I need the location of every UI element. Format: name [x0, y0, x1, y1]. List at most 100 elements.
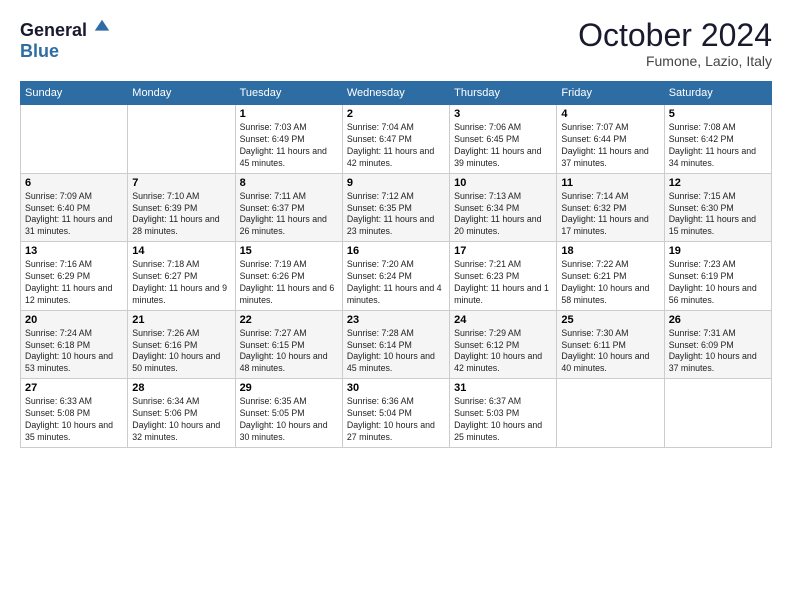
day-info: Sunrise: 7:24 AM Sunset: 6:18 PM Dayligh…: [25, 328, 123, 376]
day-info: Sunrise: 7:30 AM Sunset: 6:11 PM Dayligh…: [561, 328, 659, 376]
calendar-cell: [21, 105, 128, 174]
day-info: Sunrise: 6:35 AM Sunset: 5:05 PM Dayligh…: [240, 396, 338, 444]
day-info: Sunrise: 6:37 AM Sunset: 5:03 PM Dayligh…: [454, 396, 552, 444]
calendar-cell: 24 Sunrise: 7:29 AM Sunset: 6:12 PM Dayli…: [450, 310, 557, 379]
day-info: Sunrise: 7:03 AM Sunset: 6:49 PM Dayligh…: [240, 122, 338, 170]
day-number: 2: [347, 108, 445, 120]
calendar-cell: 10 Sunrise: 7:13 AM Sunset: 6:34 PM Dayli…: [450, 173, 557, 242]
day-number: 30: [347, 382, 445, 394]
day-info: Sunrise: 7:06 AM Sunset: 6:45 PM Dayligh…: [454, 122, 552, 170]
day-number: 6: [25, 177, 123, 189]
day-info: Sunrise: 7:20 AM Sunset: 6:24 PM Dayligh…: [347, 259, 445, 307]
day-number: 24: [454, 314, 552, 326]
calendar-cell: 3 Sunrise: 7:06 AM Sunset: 6:45 PM Daylig…: [450, 105, 557, 174]
day-number: 10: [454, 177, 552, 189]
day-number: 20: [25, 314, 123, 326]
day-info: Sunrise: 7:14 AM Sunset: 6:32 PM Dayligh…: [561, 191, 659, 239]
title-block: October 2024 Fumone, Lazio, Italy: [578, 18, 772, 69]
month-title: October 2024: [578, 18, 772, 53]
day-info: Sunrise: 7:19 AM Sunset: 6:26 PM Dayligh…: [240, 259, 338, 307]
day-number: 25: [561, 314, 659, 326]
logo-text: General: [20, 18, 111, 41]
day-number: 27: [25, 382, 123, 394]
day-number: 19: [669, 245, 767, 257]
day-info: Sunrise: 7:18 AM Sunset: 6:27 PM Dayligh…: [132, 259, 230, 307]
day-number: 22: [240, 314, 338, 326]
day-number: 26: [669, 314, 767, 326]
calendar-cell: [664, 379, 771, 448]
day-info: Sunrise: 7:21 AM Sunset: 6:23 PM Dayligh…: [454, 259, 552, 307]
calendar-cell: 31 Sunrise: 6:37 AM Sunset: 5:03 PM Dayli…: [450, 379, 557, 448]
day-info: Sunrise: 6:34 AM Sunset: 5:06 PM Dayligh…: [132, 396, 230, 444]
day-info: Sunrise: 7:13 AM Sunset: 6:34 PM Dayligh…: [454, 191, 552, 239]
day-info: Sunrise: 7:22 AM Sunset: 6:21 PM Dayligh…: [561, 259, 659, 307]
day-info: Sunrise: 7:23 AM Sunset: 6:19 PM Dayligh…: [669, 259, 767, 307]
day-info: Sunrise: 7:27 AM Sunset: 6:15 PM Dayligh…: [240, 328, 338, 376]
day-number: 4: [561, 108, 659, 120]
calendar-cell: 1 Sunrise: 7:03 AM Sunset: 6:49 PM Daylig…: [235, 105, 342, 174]
calendar-cell: 21 Sunrise: 7:26 AM Sunset: 6:16 PM Dayli…: [128, 310, 235, 379]
day-info: Sunrise: 6:33 AM Sunset: 5:08 PM Dayligh…: [25, 396, 123, 444]
day-info: Sunrise: 7:31 AM Sunset: 6:09 PM Dayligh…: [669, 328, 767, 376]
calendar-week-5: 27 Sunrise: 6:33 AM Sunset: 5:08 PM Dayli…: [21, 379, 772, 448]
col-header-wednesday: Wednesday: [342, 82, 449, 105]
day-number: 7: [132, 177, 230, 189]
day-number: 13: [25, 245, 123, 257]
day-info: Sunrise: 7:09 AM Sunset: 6:40 PM Dayligh…: [25, 191, 123, 239]
subtitle: Fumone, Lazio, Italy: [578, 53, 772, 69]
day-number: 12: [669, 177, 767, 189]
day-info: Sunrise: 7:28 AM Sunset: 6:14 PM Dayligh…: [347, 328, 445, 376]
calendar-table: SundayMondayTuesdayWednesdayThursdayFrid…: [20, 81, 772, 448]
day-number: 29: [240, 382, 338, 394]
day-number: 31: [454, 382, 552, 394]
day-number: 14: [132, 245, 230, 257]
col-header-sunday: Sunday: [21, 82, 128, 105]
calendar-cell: 17Sunrise: 7:21 AM Sunset: 6:23 PM Dayli…: [450, 242, 557, 311]
col-header-monday: Monday: [128, 82, 235, 105]
calendar-cell: 23 Sunrise: 7:28 AM Sunset: 6:14 PM Dayli…: [342, 310, 449, 379]
day-info: Sunrise: 7:04 AM Sunset: 6:47 PM Dayligh…: [347, 122, 445, 170]
calendar-cell: 9Sunrise: 7:12 AM Sunset: 6:35 PM Daylig…: [342, 173, 449, 242]
col-header-thursday: Thursday: [450, 82, 557, 105]
day-number: 8: [240, 177, 338, 189]
day-number: 3: [454, 108, 552, 120]
day-info: Sunrise: 7:10 AM Sunset: 6:39 PM Dayligh…: [132, 191, 230, 239]
calendar-cell: 2 Sunrise: 7:04 AM Sunset: 6:47 PM Daylig…: [342, 105, 449, 174]
day-number: 11: [561, 177, 659, 189]
calendar-cell: 29 Sunrise: 6:35 AM Sunset: 5:05 PM Dayli…: [235, 379, 342, 448]
calendar-cell: 11 Sunrise: 7:14 AM Sunset: 6:32 PM Dayli…: [557, 173, 664, 242]
calendar-cell: [128, 105, 235, 174]
day-info: Sunrise: 7:12 AM Sunset: 6:35 PM Dayligh…: [347, 191, 445, 239]
calendar-header-row: SundayMondayTuesdayWednesdayThursdayFrid…: [21, 82, 772, 105]
page: General Blue October 2024 Fumone, Lazio,…: [0, 0, 792, 612]
day-number: 21: [132, 314, 230, 326]
day-number: 23: [347, 314, 445, 326]
day-number: 5: [669, 108, 767, 120]
day-number: 18: [561, 245, 659, 257]
day-number: 1: [240, 108, 338, 120]
day-info: Sunrise: 6:36 AM Sunset: 5:04 PM Dayligh…: [347, 396, 445, 444]
logo-icon: [93, 18, 111, 36]
calendar-cell: 15Sunrise: 7:19 AM Sunset: 6:26 PM Dayli…: [235, 242, 342, 311]
calendar-cell: 13 Sunrise: 7:16 AM Sunset: 6:29 PM Dayli…: [21, 242, 128, 311]
calendar-cell: 26 Sunrise: 7:31 AM Sunset: 6:09 PM Dayli…: [664, 310, 771, 379]
calendar-cell: 8 Sunrise: 7:11 AM Sunset: 6:37 PM Daylig…: [235, 173, 342, 242]
calendar-cell: 12Sunrise: 7:15 AM Sunset: 6:30 PM Dayli…: [664, 173, 771, 242]
day-info: Sunrise: 7:11 AM Sunset: 6:37 PM Dayligh…: [240, 191, 338, 239]
logo-blue: Blue: [20, 41, 111, 62]
day-info: Sunrise: 7:08 AM Sunset: 6:42 PM Dayligh…: [669, 122, 767, 170]
day-number: 28: [132, 382, 230, 394]
day-info: Sunrise: 7:07 AM Sunset: 6:44 PM Dayligh…: [561, 122, 659, 170]
calendar-cell: 22 Sunrise: 7:27 AM Sunset: 6:15 PM Dayli…: [235, 310, 342, 379]
calendar-week-2: 6 Sunrise: 7:09 AM Sunset: 6:40 PM Daylig…: [21, 173, 772, 242]
calendar-cell: 20 Sunrise: 7:24 AM Sunset: 6:18 PM Dayli…: [21, 310, 128, 379]
calendar-week-1: 1 Sunrise: 7:03 AM Sunset: 6:49 PM Daylig…: [21, 105, 772, 174]
col-header-friday: Friday: [557, 82, 664, 105]
calendar-cell: 6 Sunrise: 7:09 AM Sunset: 6:40 PM Daylig…: [21, 173, 128, 242]
day-info: Sunrise: 7:29 AM Sunset: 6:12 PM Dayligh…: [454, 328, 552, 376]
calendar-cell: 25 Sunrise: 7:30 AM Sunset: 6:11 PM Dayli…: [557, 310, 664, 379]
col-header-saturday: Saturday: [664, 82, 771, 105]
day-info: Sunrise: 7:16 AM Sunset: 6:29 PM Dayligh…: [25, 259, 123, 307]
header: General Blue October 2024 Fumone, Lazio,…: [20, 18, 772, 69]
day-info: Sunrise: 7:26 AM Sunset: 6:16 PM Dayligh…: [132, 328, 230, 376]
